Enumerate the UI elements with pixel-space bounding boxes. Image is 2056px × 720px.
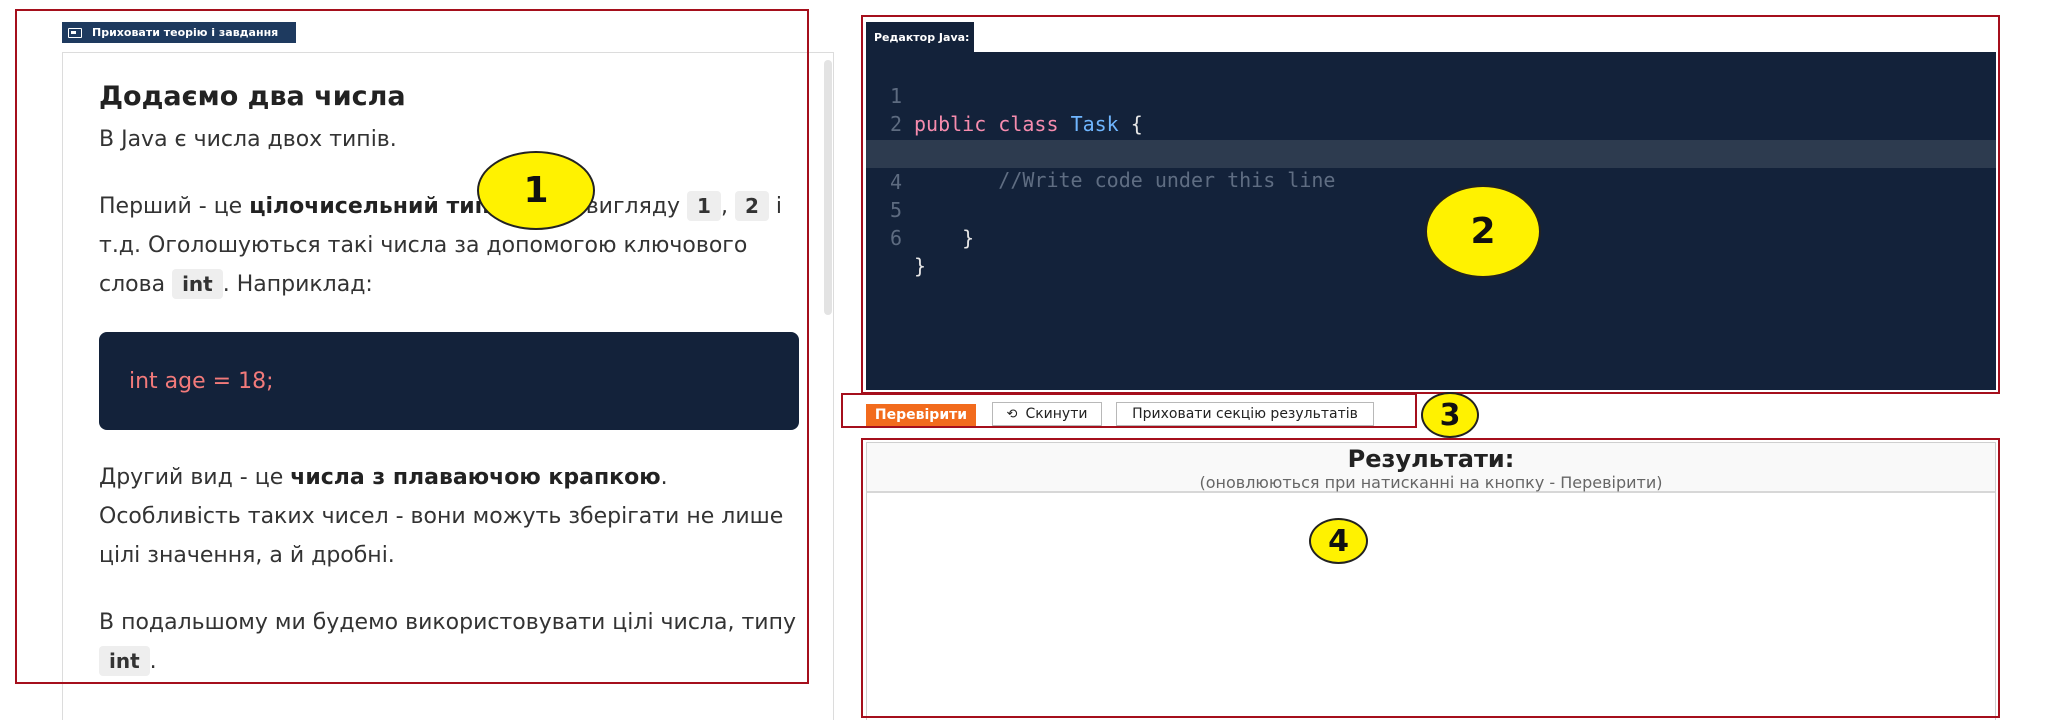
annotation-badge-4: 4 (1309, 518, 1368, 564)
annotation-box-1 (15, 9, 809, 684)
annotation-badge-1: 1 (477, 151, 595, 230)
annotation-box-3 (841, 393, 1417, 428)
annotation-badge-2: 2 (1425, 185, 1541, 278)
annotation-box-2 (861, 15, 2000, 394)
theory-scrollbar[interactable] (824, 60, 832, 315)
annotation-box-4 (861, 438, 2000, 718)
annotation-badge-3: 3 (1421, 392, 1479, 438)
